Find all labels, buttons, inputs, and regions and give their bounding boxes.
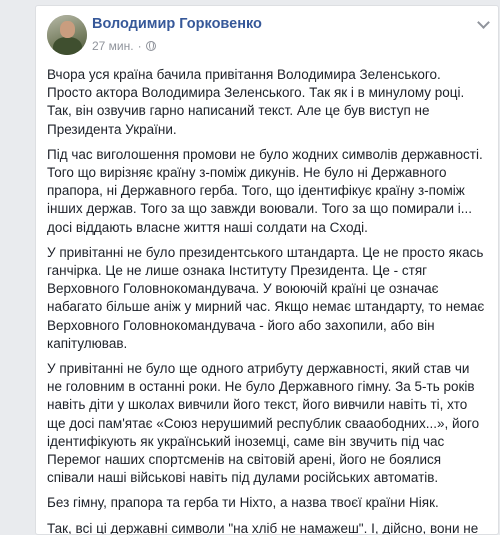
post-paragraph: У привітанні не було ще одного атрибуту … — [47, 361, 480, 486]
chevron-down-icon[interactable] — [477, 16, 490, 29]
post-paragraph: Без гімну, прапора та герба ти Ніхто, а … — [47, 495, 439, 511]
post-paragraph: Так, всі ці державні символи "на хліб не… — [47, 520, 479, 535]
author-name-link[interactable]: Володимир Горковенко — [92, 16, 262, 32]
post-paragraph: Вчора уся країна бачила привітання Волод… — [47, 67, 465, 137]
globe-icon[interactable] — [145, 41, 156, 51]
post-meta: 27 мин. · — [92, 39, 156, 53]
post-paragraph: Під час виголошення промови не було жодн… — [47, 146, 483, 235]
post-text: Вчора уся країна бачила привітання Волод… — [36, 66, 498, 535]
post-header: Володимир Горковенко 27 мин. · — [36, 6, 498, 62]
avatar[interactable] — [47, 15, 87, 55]
meta-separator: · — [137, 39, 142, 53]
post-paragraph: У привітанні не було президентського шта… — [47, 244, 485, 351]
post-timestamp-link[interactable]: 27 мин. — [92, 39, 134, 53]
post-card: Володимир Горковенко 27 мин. · Вчора уся… — [35, 5, 499, 535]
